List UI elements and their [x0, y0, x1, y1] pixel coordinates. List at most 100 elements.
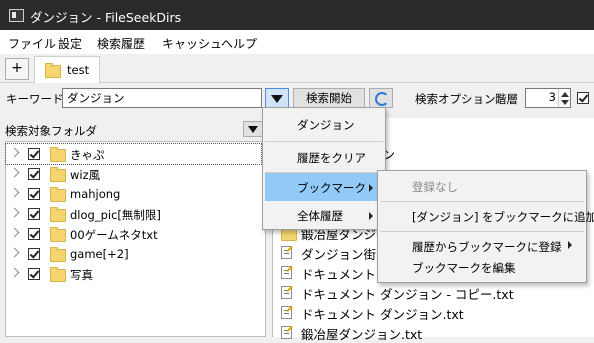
spin-up-icon[interactable]: [561, 92, 569, 97]
file-name: ドキュメント ダンジョン - コピー.txt: [301, 287, 514, 302]
menu-item-label: ブックマーク: [297, 181, 366, 195]
result-row[interactable]: ドキュメント ダンジョン - コピー.txt: [273, 282, 593, 303]
menu-item-label: ダンジョン: [297, 118, 355, 132]
chevron-right-icon[interactable]: [9, 187, 20, 198]
depth-value: 3: [548, 90, 556, 104]
row-checkbox[interactable]: [28, 188, 40, 200]
history-bookmark[interactable]: ブックマーク: [265, 173, 381, 201]
submenu-arrow-icon: [369, 184, 373, 192]
menu-separator: [265, 141, 383, 142]
spin-arrows[interactable]: [558, 89, 571, 107]
result-row[interactable]: ドキュメント ダンジョン.txt: [273, 302, 593, 323]
folder-name: dlog_pic[無制限]: [70, 208, 161, 222]
text-file-icon: [281, 326, 292, 339]
folder-name: game[+2]: [70, 247, 129, 261]
bookmark-from-history[interactable]: 履歴からブックマークに登録: [378, 232, 586, 256]
chevron-right-icon[interactable]: [9, 227, 20, 238]
folder-icon: [50, 207, 66, 222]
depth-label: 階層: [495, 92, 518, 106]
menu-file[interactable]: ファイル: [8, 35, 56, 52]
chevron-right-icon[interactable]: [9, 267, 20, 278]
folder-icon: [50, 147, 66, 162]
row-checkbox[interactable]: [28, 248, 40, 260]
option-checkbox[interactable]: [577, 92, 589, 104]
tree-row[interactable]: 00ゲームネタtxt: [6, 224, 261, 244]
left-panel-dropdown-button[interactable]: [243, 121, 263, 137]
menu-cache[interactable]: キャッシュ: [162, 35, 222, 52]
submenu-arrow-icon: [369, 212, 373, 220]
menu-item-label: 履歴からブックマークに登録: [412, 240, 562, 254]
folder-icon: [50, 247, 66, 262]
file-name: ドキュメント ダンジョン.txt: [301, 307, 464, 322]
keyword-input[interactable]: ダンジョン: [62, 88, 262, 108]
row-checkbox[interactable]: [28, 208, 40, 220]
tree-row[interactable]: wiz風: [6, 164, 261, 184]
search-start-button[interactable]: 検索開始: [293, 88, 365, 108]
tree-row[interactable]: きゃぷ: [5, 143, 262, 165]
left-panel-title: 検索対象フォルダ: [5, 124, 97, 138]
folder-icon: [45, 63, 61, 78]
chevron-right-icon[interactable]: [9, 207, 20, 218]
depth-spinbox[interactable]: 3: [525, 88, 571, 108]
history-clear[interactable]: 履歴をクリア: [263, 143, 385, 171]
folder-name: wiz風: [70, 168, 101, 182]
history-dropdown-button[interactable]: [265, 88, 289, 108]
history-all[interactable]: 全体履歴: [263, 201, 385, 229]
file-name: ダンジョン街際: [301, 247, 389, 262]
spin-down-icon[interactable]: [561, 100, 569, 105]
text-file-icon: [281, 306, 292, 319]
add-tab-button[interactable]: +: [5, 58, 29, 80]
title-bar: ダンジョン - FileSeekDirs: [0, 0, 594, 30]
file-name: 鍛冶屋ダンジョン.txt: [301, 327, 423, 342]
app-icon: [9, 9, 24, 22]
folder-name: 写真: [70, 268, 93, 282]
chevron-right-icon[interactable]: [9, 247, 20, 258]
row-checkbox[interactable]: [28, 268, 40, 280]
tree-row[interactable]: mahjong: [6, 184, 261, 204]
window-title: ダンジョン - FileSeekDirs: [30, 10, 182, 25]
folder-icon: [50, 187, 66, 202]
folder-icon: [50, 167, 66, 182]
row-checkbox[interactable]: [28, 148, 40, 160]
tree-row[interactable]: 写真: [6, 264, 261, 284]
menu-item-label: 登録なし: [412, 180, 458, 194]
bookmark-none: 登録なし: [378, 172, 586, 200]
folder-icon: [50, 267, 66, 282]
folder-icon: [50, 227, 66, 242]
search-options-label: 検索オプション：: [415, 92, 507, 106]
folder-name: 00ゲームネタtxt: [70, 228, 158, 242]
bookmark-add[interactable]: [ダンジョン] をブックマークに追加: [378, 202, 594, 230]
bookmark-menu: 登録なし [ダンジョン] をブックマークに追加 履歴からブックマークに登録 ブッ…: [377, 170, 594, 283]
chevron-right-icon[interactable]: [9, 167, 20, 178]
tab-bar: + test: [0, 54, 594, 83]
chevron-down-icon: [248, 126, 258, 133]
submenu-arrow-icon: [568, 241, 572, 249]
menu-settings[interactable]: 設定: [58, 35, 82, 52]
left-panel-header: 検索対象フォルダ: [0, 118, 266, 140]
refresh-icon[interactable]: [369, 88, 393, 108]
folder-tree: きゃぷ wiz風 mahjong dlog_pic[無制限] 00ゲームネタtx…: [5, 141, 266, 337]
row-checkbox[interactable]: [28, 228, 40, 240]
tree-row[interactable]: dlog_pic[無制限]: [6, 204, 261, 224]
menu-search-history[interactable]: 検索履歴: [97, 35, 145, 52]
chevron-right-icon[interactable]: [9, 147, 20, 158]
history-menu: ダンジョン 履歴をクリア ブックマーク 全体履歴: [262, 107, 386, 230]
text-file-icon: [281, 246, 292, 259]
row-checkbox[interactable]: [28, 168, 40, 180]
folder-name: mahjong: [70, 187, 121, 201]
menu-item-label: ブックマークを編集: [412, 261, 516, 275]
tab-label: test: [67, 63, 90, 77]
history-item-dungeon[interactable]: ダンジョン: [263, 110, 385, 138]
file-name: ドキュメント: [301, 267, 377, 282]
menu-item-label: 履歴をクリア: [297, 151, 366, 165]
bookmark-edit[interactable]: ブックマークを編集: [378, 255, 586, 279]
menu-bar: ファイル 設定 検索履歴 キャッシュ ヘルプ: [0, 30, 594, 54]
tree-row[interactable]: game[+2]: [6, 244, 261, 264]
tab-test[interactable]: test: [34, 56, 100, 83]
menu-item-label: [ダンジョン] をブックマークに追加: [412, 210, 594, 224]
menu-help[interactable]: ヘルプ: [221, 35, 257, 52]
text-file-icon: [281, 286, 292, 299]
result-row[interactable]: 鍛冶屋ダンジョン.txt: [273, 322, 593, 343]
menu-item-label: 全体履歴: [297, 209, 343, 223]
text-file-icon: [281, 266, 292, 279]
